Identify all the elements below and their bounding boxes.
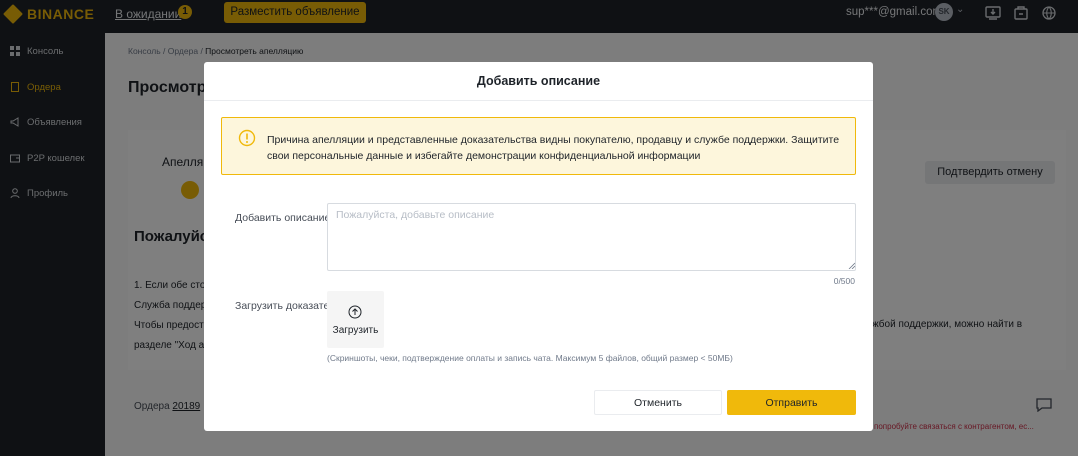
warning-icon [238, 129, 256, 147]
upload-hint: (Скриншоты, чеки, подтверждение оплаты и… [327, 353, 733, 363]
upload-button[interactable]: Загрузить [327, 291, 384, 348]
description-label: Добавить описание [235, 212, 331, 224]
upload-button-label: Загрузить [332, 325, 379, 336]
cancel-button[interactable]: Отменить [594, 390, 722, 415]
upload-evidence-label: Загрузить доказате [235, 300, 327, 312]
privacy-warning: Причина апелляции и представленные доказ… [221, 117, 856, 175]
add-description-modal: Добавить описание Причина апелляции и пр… [204, 62, 873, 431]
warning-text: Причина апелляции и представленные доказ… [267, 134, 840, 162]
upload-icon [348, 305, 362, 319]
submit-button[interactable]: Отправить [727, 390, 856, 415]
resize-handle-icon[interactable] [848, 262, 855, 269]
char-counter: 0/500 [833, 276, 855, 286]
description-textarea[interactable] [327, 203, 856, 271]
modal-title: Добавить описание [204, 62, 873, 101]
